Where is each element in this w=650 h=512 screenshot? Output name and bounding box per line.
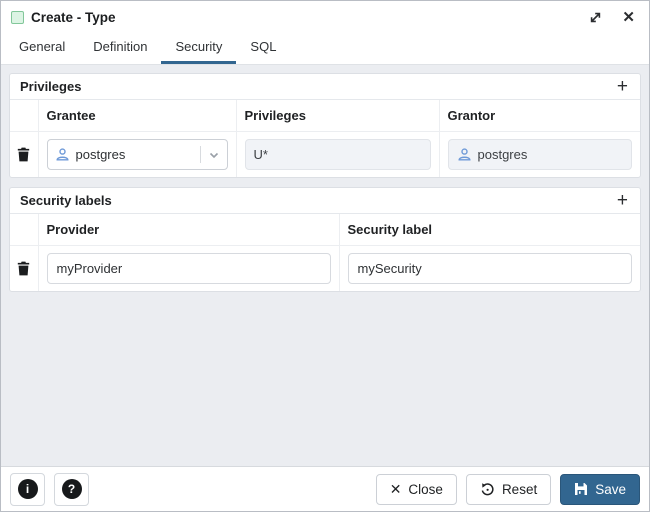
dialog-footer: i ? ✕ Close Reset Save: [1, 466, 649, 511]
provider-column-header: Provider: [38, 214, 339, 246]
close-x-icon: ✕: [390, 482, 402, 496]
trash-icon: [17, 261, 30, 276]
dialog-title: Create - Type: [31, 10, 116, 25]
privileges-panel: Privileges + Grantee Privileges Grantor: [9, 73, 641, 178]
security-labels-header-row: Provider Security label: [10, 214, 640, 246]
save-icon: [574, 482, 588, 496]
expand-button[interactable]: [587, 9, 604, 26]
grantor-column-header: Grantor: [439, 100, 640, 132]
dialog-tabs: General Definition Security SQL: [1, 33, 649, 65]
tab-general[interactable]: General: [5, 33, 79, 64]
trash-icon: [17, 147, 30, 162]
privileges-title: Privileges: [20, 79, 81, 94]
grantor-value: postgres: [478, 147, 528, 162]
save-button[interactable]: Save: [560, 474, 640, 505]
delete-column-header: [10, 100, 38, 132]
privileges-table: Grantee Privileges Grantor: [10, 100, 640, 177]
security-tab-content: Privileges + Grantee Privileges Grantor: [1, 65, 649, 466]
privileges-value-input[interactable]: [245, 139, 431, 170]
reset-button-label: Reset: [502, 482, 537, 497]
security-label-column-header: Security label: [339, 214, 640, 246]
privileges-panel-header: Privileges +: [10, 74, 640, 100]
close-button-label: Close: [408, 482, 443, 497]
type-icon: [11, 11, 24, 24]
add-privilege-button[interactable]: +: [615, 80, 630, 94]
add-icon: +: [617, 190, 628, 211]
delete-security-label-button[interactable]: [15, 259, 32, 278]
delete-privilege-button[interactable]: [15, 145, 32, 164]
tab-definition[interactable]: Definition: [79, 33, 161, 64]
expand-icon: [589, 11, 602, 24]
tab-security[interactable]: Security: [161, 33, 236, 64]
user-icon: [55, 147, 70, 162]
security-labels-panel: Security labels + Provider Security labe…: [9, 187, 641, 292]
close-dialog-button[interactable]: ✕: [620, 8, 637, 27]
reset-button[interactable]: Reset: [466, 474, 551, 505]
privileges-header-row: Grantee Privileges Grantor: [10, 100, 640, 132]
close-icon: ✕: [622, 10, 635, 25]
sql-help-button[interactable]: i: [10, 473, 45, 506]
delete-column-header: [10, 214, 38, 246]
security-labels-table: Provider Security label: [10, 214, 640, 291]
chevron-down-icon[interactable]: [208, 149, 220, 161]
security-labels-title: Security labels: [20, 193, 112, 208]
info-icon: i: [18, 479, 38, 499]
privileges-column-header: Privileges: [236, 100, 439, 132]
close-button[interactable]: ✕ Close: [376, 474, 457, 505]
reset-icon: [480, 482, 495, 497]
user-icon: [457, 147, 472, 162]
help-button[interactable]: ?: [54, 473, 89, 506]
security-label-input[interactable]: [348, 253, 633, 284]
tab-sql[interactable]: SQL: [236, 33, 290, 64]
add-icon: +: [617, 76, 628, 97]
provider-input[interactable]: [47, 253, 331, 284]
grantee-column-header: Grantee: [38, 100, 236, 132]
dialog-titlebar: Create - Type ✕: [1, 1, 649, 33]
save-button-label: Save: [595, 482, 626, 497]
add-security-label-button[interactable]: +: [615, 194, 630, 208]
create-type-dialog: Create - Type ✕ General Definition Secur…: [0, 0, 650, 512]
security-labels-panel-header: Security labels +: [10, 188, 640, 214]
help-icon: ?: [62, 479, 82, 499]
privileges-table-row: postgres: [10, 132, 640, 178]
grantee-value: postgres: [76, 147, 126, 162]
grantee-select[interactable]: postgres: [47, 139, 228, 170]
select-divider: [200, 146, 201, 163]
grantor-field: postgres: [448, 139, 633, 170]
security-labels-table-row: [10, 246, 640, 292]
